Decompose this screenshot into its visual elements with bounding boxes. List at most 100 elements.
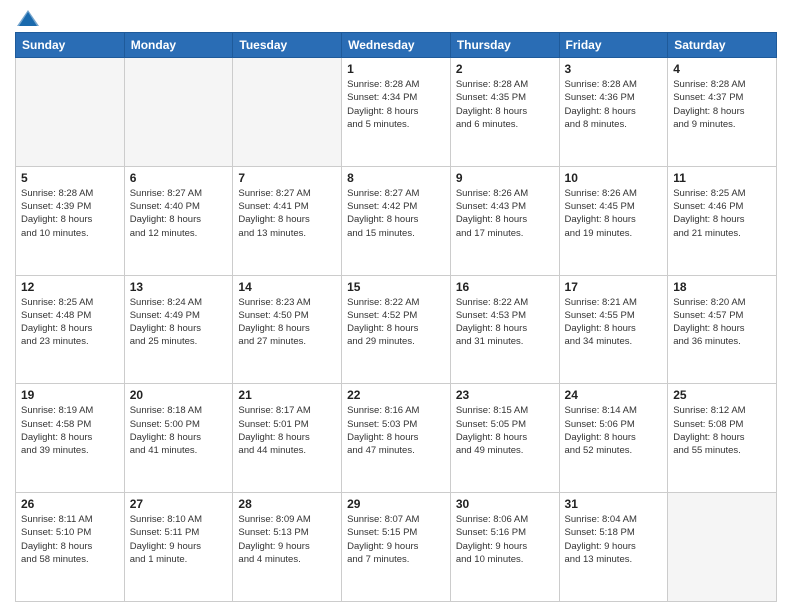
day-number: 31 xyxy=(565,497,663,511)
week-row-3: 12 Sunrise: 8:25 AM Sunset: 4:48 PM Dayli… xyxy=(16,275,777,384)
day-number: 23 xyxy=(456,388,554,402)
day-info: Sunrise: 8:26 AM Sunset: 4:43 PM Dayligh… xyxy=(456,187,554,240)
weekday-header-monday: Monday xyxy=(124,33,233,58)
day-number: 8 xyxy=(347,171,445,185)
calendar-cell: 3 Sunrise: 8:28 AM Sunset: 4:36 PM Daylig… xyxy=(559,58,668,167)
day-number: 4 xyxy=(673,62,771,76)
day-info: Sunrise: 8:27 AM Sunset: 4:42 PM Dayligh… xyxy=(347,187,445,240)
calendar-cell: 25 Sunrise: 8:12 AM Sunset: 5:08 PM Dayli… xyxy=(668,384,777,493)
day-number: 11 xyxy=(673,171,771,185)
calendar-cell: 1Sunrise: 8:28 AM Sunset: 4:34 PM Daylig… xyxy=(342,58,451,167)
week-row-2: 5 Sunrise: 8:28 AM Sunset: 4:39 PM Daylig… xyxy=(16,166,777,275)
logo xyxy=(15,10,39,24)
calendar-cell: 6 Sunrise: 8:27 AM Sunset: 4:40 PM Daylig… xyxy=(124,166,233,275)
day-number: 7 xyxy=(238,171,336,185)
calendar-cell: 28 Sunrise: 8:09 AM Sunset: 5:13 PM Dayli… xyxy=(233,493,342,602)
calendar-cell: 8 Sunrise: 8:27 AM Sunset: 4:42 PM Daylig… xyxy=(342,166,451,275)
weekday-header-friday: Friday xyxy=(559,33,668,58)
day-info: Sunrise: 8:06 AM Sunset: 5:16 PM Dayligh… xyxy=(456,513,554,566)
calendar-cell: 13 Sunrise: 8:24 AM Sunset: 4:49 PM Dayli… xyxy=(124,275,233,384)
day-number: 24 xyxy=(565,388,663,402)
calendar-cell: 22 Sunrise: 8:16 AM Sunset: 5:03 PM Dayli… xyxy=(342,384,451,493)
calendar-cell xyxy=(233,58,342,167)
calendar-cell: 30 Sunrise: 8:06 AM Sunset: 5:16 PM Dayli… xyxy=(450,493,559,602)
day-number: 3 xyxy=(565,62,663,76)
day-info: Sunrise: 8:04 AM Sunset: 5:18 PM Dayligh… xyxy=(565,513,663,566)
day-number: 19 xyxy=(21,388,119,402)
page: SundayMondayTuesdayWednesdayThursdayFrid… xyxy=(0,0,792,612)
calendar-cell xyxy=(668,493,777,602)
day-info: Sunrise: 8:15 AM Sunset: 5:05 PM Dayligh… xyxy=(456,404,554,457)
weekday-header-thursday: Thursday xyxy=(450,33,559,58)
day-number: 17 xyxy=(565,280,663,294)
day-info: Sunrise: 8:28 AM Sunset: 4:37 PM Dayligh… xyxy=(673,78,771,131)
calendar-cell: 12 Sunrise: 8:25 AM Sunset: 4:48 PM Dayli… xyxy=(16,275,125,384)
day-number: 27 xyxy=(130,497,228,511)
calendar-cell: 26 Sunrise: 8:11 AM Sunset: 5:10 PM Dayli… xyxy=(16,493,125,602)
day-info: Sunrise: 8:22 AM Sunset: 4:52 PM Dayligh… xyxy=(347,296,445,349)
calendar-cell: 24 Sunrise: 8:14 AM Sunset: 5:06 PM Dayli… xyxy=(559,384,668,493)
day-number: 13 xyxy=(130,280,228,294)
day-info: Sunrise: 8:14 AM Sunset: 5:06 PM Dayligh… xyxy=(565,404,663,457)
day-number: 25 xyxy=(673,388,771,402)
day-number: 22 xyxy=(347,388,445,402)
day-info: Sunrise: 8:07 AM Sunset: 5:15 PM Dayligh… xyxy=(347,513,445,566)
calendar-cell: 10 Sunrise: 8:26 AM Sunset: 4:45 PM Dayli… xyxy=(559,166,668,275)
day-info: Sunrise: 8:26 AM Sunset: 4:45 PM Dayligh… xyxy=(565,187,663,240)
day-info: Sunrise: 8:16 AM Sunset: 5:03 PM Dayligh… xyxy=(347,404,445,457)
day-number: 9 xyxy=(456,171,554,185)
calendar-cell: 31 Sunrise: 8:04 AM Sunset: 5:18 PM Dayli… xyxy=(559,493,668,602)
calendar-cell: 7Sunrise: 8:27 AM Sunset: 4:41 PM Daylig… xyxy=(233,166,342,275)
calendar-cell: 21 Sunrise: 8:17 AM Sunset: 5:01 PM Dayli… xyxy=(233,384,342,493)
calendar-cell: 14 Sunrise: 8:23 AM Sunset: 4:50 PM Dayli… xyxy=(233,275,342,384)
day-number: 15 xyxy=(347,280,445,294)
day-info: Sunrise: 8:25 AM Sunset: 4:46 PM Dayligh… xyxy=(673,187,771,240)
calendar-cell: 11 Sunrise: 8:25 AM Sunset: 4:46 PM Dayli… xyxy=(668,166,777,275)
calendar-cell: 18Sunrise: 8:20 AM Sunset: 4:57 PM Dayli… xyxy=(668,275,777,384)
day-info: Sunrise: 8:20 AM Sunset: 4:57 PM Dayligh… xyxy=(673,296,771,349)
calendar-cell: 2Sunrise: 8:28 AM Sunset: 4:35 PM Daylig… xyxy=(450,58,559,167)
day-number: 14 xyxy=(238,280,336,294)
weekday-header-wednesday: Wednesday xyxy=(342,33,451,58)
day-number: 10 xyxy=(565,171,663,185)
weekday-header-row: SundayMondayTuesdayWednesdayThursdayFrid… xyxy=(16,33,777,58)
weekday-header-tuesday: Tuesday xyxy=(233,33,342,58)
calendar-cell: 17 Sunrise: 8:21 AM Sunset: 4:55 PM Dayli… xyxy=(559,275,668,384)
day-info: Sunrise: 8:23 AM Sunset: 4:50 PM Dayligh… xyxy=(238,296,336,349)
day-number: 1 xyxy=(347,62,445,76)
day-info: Sunrise: 8:11 AM Sunset: 5:10 PM Dayligh… xyxy=(21,513,119,566)
weekday-header-sunday: Sunday xyxy=(16,33,125,58)
day-number: 6 xyxy=(130,171,228,185)
day-number: 16 xyxy=(456,280,554,294)
day-info: Sunrise: 8:28 AM Sunset: 4:39 PM Dayligh… xyxy=(21,187,119,240)
day-info: Sunrise: 8:21 AM Sunset: 4:55 PM Dayligh… xyxy=(565,296,663,349)
day-info: Sunrise: 8:19 AM Sunset: 4:58 PM Dayligh… xyxy=(21,404,119,457)
calendar-cell xyxy=(16,58,125,167)
day-info: Sunrise: 8:24 AM Sunset: 4:49 PM Dayligh… xyxy=(130,296,228,349)
day-info: Sunrise: 8:22 AM Sunset: 4:53 PM Dayligh… xyxy=(456,296,554,349)
day-info: Sunrise: 8:25 AM Sunset: 4:48 PM Dayligh… xyxy=(21,296,119,349)
calendar-cell: 15 Sunrise: 8:22 AM Sunset: 4:52 PM Dayli… xyxy=(342,275,451,384)
calendar-cell: 5 Sunrise: 8:28 AM Sunset: 4:39 PM Daylig… xyxy=(16,166,125,275)
day-info: Sunrise: 8:10 AM Sunset: 5:11 PM Dayligh… xyxy=(130,513,228,566)
calendar-cell: 4 Sunrise: 8:28 AM Sunset: 4:37 PM Daylig… xyxy=(668,58,777,167)
calendar-table: SundayMondayTuesdayWednesdayThursdayFrid… xyxy=(15,32,777,602)
day-info: Sunrise: 8:09 AM Sunset: 5:13 PM Dayligh… xyxy=(238,513,336,566)
weekday-header-saturday: Saturday xyxy=(668,33,777,58)
day-info: Sunrise: 8:17 AM Sunset: 5:01 PM Dayligh… xyxy=(238,404,336,457)
day-info: Sunrise: 8:18 AM Sunset: 5:00 PM Dayligh… xyxy=(130,404,228,457)
day-number: 21 xyxy=(238,388,336,402)
day-number: 12 xyxy=(21,280,119,294)
day-number: 28 xyxy=(238,497,336,511)
day-number: 2 xyxy=(456,62,554,76)
day-number: 5 xyxy=(21,171,119,185)
day-number: 26 xyxy=(21,497,119,511)
calendar-cell: 20Sunrise: 8:18 AM Sunset: 5:00 PM Dayli… xyxy=(124,384,233,493)
day-info: Sunrise: 8:27 AM Sunset: 4:40 PM Dayligh… xyxy=(130,187,228,240)
day-info: Sunrise: 8:28 AM Sunset: 4:36 PM Dayligh… xyxy=(565,78,663,131)
week-row-5: 26 Sunrise: 8:11 AM Sunset: 5:10 PM Dayli… xyxy=(16,493,777,602)
day-info: Sunrise: 8:12 AM Sunset: 5:08 PM Dayligh… xyxy=(673,404,771,457)
calendar-cell: 19 Sunrise: 8:19 AM Sunset: 4:58 PM Dayli… xyxy=(16,384,125,493)
day-number: 30 xyxy=(456,497,554,511)
calendar-cell: 29Sunrise: 8:07 AM Sunset: 5:15 PM Dayli… xyxy=(342,493,451,602)
